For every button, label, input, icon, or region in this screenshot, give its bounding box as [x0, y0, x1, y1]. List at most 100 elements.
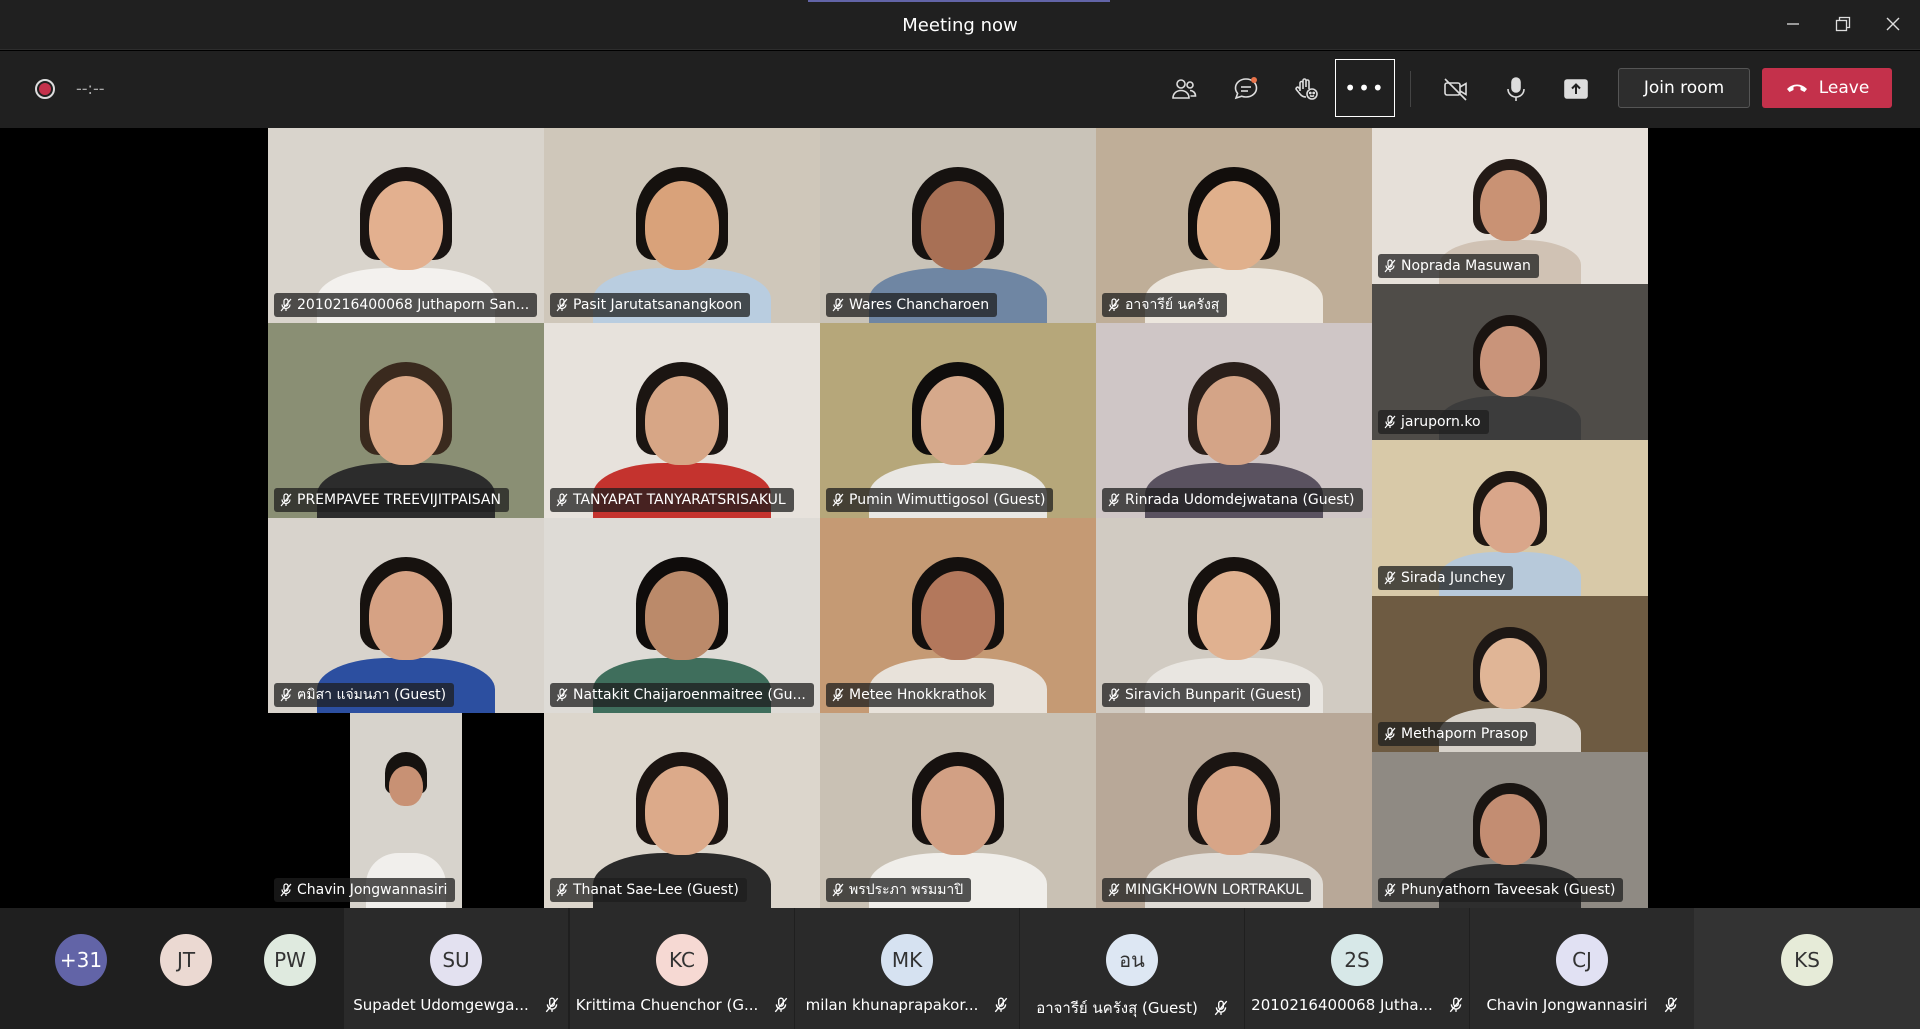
participant-name: milan khunaprapakor... [805, 996, 979, 1014]
video-tile[interactable]: Siravich Bunparit (Guest) [1096, 518, 1372, 713]
participant-avatar-item[interactable]: SU Supadet Udomgewga... [344, 908, 568, 1029]
minimize-icon [1787, 23, 1799, 25]
video-tile[interactable]: Sirada Junchey [1372, 440, 1648, 596]
video-tile[interactable]: Phunyathorn Taveesak (Guest) [1372, 752, 1648, 908]
restore-button[interactable] [1820, 8, 1866, 40]
participant-name: ฅมิสา แจ่มนภา (Guest) [297, 687, 447, 703]
mic-off-icon [556, 493, 568, 507]
participant-avatar-item[interactable]: JT [146, 908, 226, 1029]
participant-name-tag: Methaporn Prasop [1378, 722, 1537, 746]
person-face [368, 375, 444, 465]
close-button[interactable] [1870, 8, 1916, 40]
participant-name-tag: Rinrada Udomdejwatana (Guest) [1102, 488, 1363, 512]
person-face [644, 570, 720, 660]
people-icon [1172, 79, 1197, 99]
video-tile[interactable]: MINGKHOWN LORTRAKUL [1096, 713, 1372, 908]
avatar-initials: +31 [59, 948, 103, 972]
participant-name: Supadet Udomgewga... [353, 996, 529, 1014]
person-face [1196, 180, 1272, 270]
participant-name-tag: Thanat Sae-Lee (Guest) [550, 878, 747, 902]
microphone-button[interactable] [1494, 67, 1538, 111]
video-tile[interactable]: Chavin Jongwannasiri [268, 713, 544, 908]
mic-off-icon [832, 298, 844, 312]
participant-avatar-item[interactable]: KC Krittima Chuenchor (G... [570, 908, 794, 1029]
mic-off-icon [832, 883, 844, 897]
video-tile[interactable]: Wares Chancharoen [820, 128, 1096, 323]
share-screen-button[interactable] [1554, 67, 1598, 111]
join-room-button[interactable]: Join room [1618, 68, 1750, 108]
person-face [368, 180, 444, 270]
video-tile[interactable]: PREMPAVEE TREEVIJITPAISAN [268, 323, 544, 518]
raise-hand-icon [1295, 78, 1318, 100]
more-actions-button[interactable]: ••• [1335, 59, 1395, 117]
mic-off-icon [1108, 493, 1120, 507]
mic-off-icon [280, 493, 292, 507]
toolbar-divider [1410, 71, 1411, 107]
participant-name: TANYAPAT TANYARATSRISAKUL [573, 492, 786, 508]
participant-avatar-item[interactable]: CJ Chavin Jongwannasiri [1470, 908, 1694, 1029]
video-tile[interactable]: Pasit Jarutatsanangkoon [544, 128, 820, 323]
chat-button[interactable] [1224, 67, 1268, 111]
participant-name: 2010216400068 Jutha... [1251, 996, 1433, 1014]
participant-name: Chavin Jongwannasiri [1486, 996, 1648, 1014]
participant-name-row: Krittima Chuenchor (G... [576, 996, 789, 1014]
participant-strip: +31 JT PW SU Supadet Udomgewga... KC Krittima … [0, 908, 1920, 1029]
participant-name: Thanat Sae-Lee (Guest) [573, 882, 739, 898]
mic-off-icon [545, 997, 558, 1013]
camera-toggle-button[interactable] [1434, 67, 1478, 111]
video-tile[interactable]: Methaporn Prasop [1372, 596, 1648, 752]
leave-button[interactable]: Leave [1762, 68, 1892, 108]
avatar-initials: MK [891, 948, 923, 972]
participant-avatar-item[interactable]: MK milan khunaprapakor... [795, 908, 1019, 1029]
participant-name-tag: ฅมิสา แจ่มนภา (Guest) [274, 683, 455, 707]
avatar-initials: SU [442, 948, 470, 972]
video-tile[interactable]: 2010216400068 Juthaporn San... [268, 128, 544, 323]
avatar: CJ [1556, 934, 1608, 986]
participant-avatar-item[interactable]: PW [250, 908, 330, 1029]
person-face [1196, 375, 1272, 465]
participant-name: พรประภา พรมมาปิ [849, 882, 964, 898]
video-tile[interactable]: jaruporn.ko [1372, 284, 1648, 440]
participant-name: 2010216400068 Juthaporn San... [297, 297, 530, 313]
participant-name-tag: Siravich Bunparit (Guest) [1102, 683, 1310, 707]
person-face [1480, 326, 1540, 398]
participant-name-tag: พรประภา พรมมาปิ [826, 878, 972, 902]
share-tray-icon [1564, 79, 1588, 99]
participant-name-tag: Wares Chancharoen [826, 293, 998, 317]
video-tile[interactable]: Metee Hnokkrathok [820, 518, 1096, 713]
video-tile[interactable]: Pumin Wimuttigosol (Guest) [820, 323, 1096, 518]
participant-name-tag: 2010216400068 Juthaporn San... [274, 293, 538, 317]
reactions-button[interactable] [1284, 67, 1328, 111]
participant-avatar-item[interactable]: อน อาจารีย์ นครังสุ (Guest) [1020, 908, 1244, 1029]
person-face [644, 765, 720, 855]
video-tile[interactable]: อาจารีย์ นครังสุ [1096, 128, 1372, 323]
participant-name: jaruporn.ko [1401, 414, 1481, 430]
person-face [920, 570, 996, 660]
video-tile[interactable]: TANYAPAT TANYARATSRISAKUL [544, 323, 820, 518]
person-face [920, 375, 996, 465]
avatar-initials: KS [1794, 948, 1820, 972]
participant-avatar-item[interactable]: +31 [42, 908, 120, 1029]
mic-off-icon [1214, 1000, 1228, 1016]
participant-name: Noprada Masuwan [1401, 258, 1531, 274]
mic-off-icon [1664, 997, 1677, 1013]
minimize-button[interactable] [1770, 8, 1816, 40]
microphone-icon [1507, 77, 1525, 101]
participant-name-tag: Pumin Wimuttigosol (Guest) [826, 488, 1054, 512]
participant-avatar-item[interactable]: KS [1694, 908, 1920, 1029]
participants-button[interactable] [1162, 67, 1206, 111]
participant-name: Rinrada Udomdejwatana (Guest) [1125, 492, 1355, 508]
video-tile[interactable]: Noprada Masuwan [1372, 128, 1648, 284]
participant-name: Chavin Jongwannasiri [297, 882, 448, 898]
participant-name-tag: อาจารีย์ นครังสุ [1102, 293, 1228, 317]
close-icon [1886, 17, 1900, 31]
participant-name: อาจารีย์ นครังสุ (Guest) [1036, 999, 1198, 1017]
video-tile[interactable]: ฅมิสา แจ่มนภา (Guest) [268, 518, 544, 713]
video-tile[interactable]: Thanat Sae-Lee (Guest) [544, 713, 820, 908]
avatar-initials: 2S [1344, 948, 1370, 972]
video-tile[interactable]: พรประภา พรมมาปิ [820, 713, 1096, 908]
participant-avatar-item[interactable]: 2S 2010216400068 Jutha... [1245, 908, 1469, 1029]
video-tile[interactable]: Nattakit Chaijaroenmaitree (Gu... [544, 518, 820, 713]
mic-off-icon [556, 298, 568, 312]
video-tile[interactable]: Rinrada Udomdejwatana (Guest) [1096, 323, 1372, 518]
